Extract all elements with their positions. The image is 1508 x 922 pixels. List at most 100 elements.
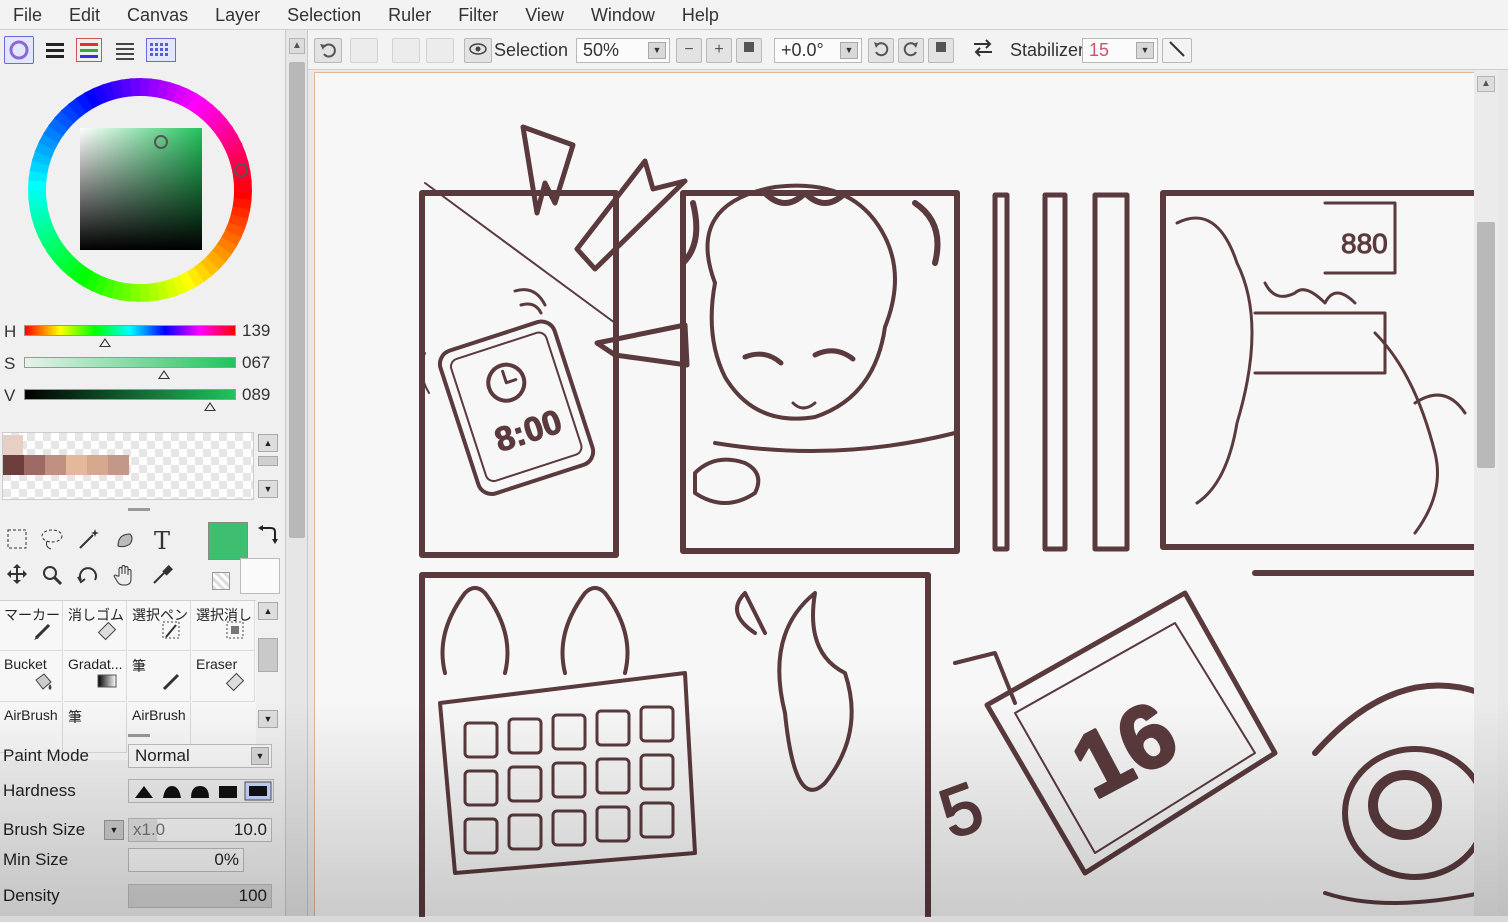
eye-icon[interactable] — [464, 38, 492, 63]
swap-colors-icon[interactable] — [256, 524, 280, 548]
palette-tab-icon[interactable] — [146, 38, 176, 62]
splitter-handle-2[interactable] — [128, 734, 150, 737]
swatch[interactable] — [3, 455, 24, 475]
select-rect-icon[interactable] — [2, 526, 32, 556]
transparent-color-icon[interactable] — [212, 572, 230, 590]
brush-cell[interactable]: Bucket — [0, 652, 63, 702]
brush-scroll-up-icon[interactable]: ▲ — [258, 602, 278, 620]
calendar-drawing: 16 5 — [929, 590, 1278, 876]
color-wheel[interactable] — [24, 72, 260, 308]
stabilizer-select[interactable]: 15 ▼ — [1082, 38, 1158, 63]
rgb-sliders-tab-icon[interactable] — [42, 38, 68, 62]
selection-toggle-label[interactable]: Selection — [494, 38, 568, 62]
canvas-scroll-thumb[interactable] — [1477, 222, 1495, 468]
magic-wand-icon[interactable] — [73, 526, 103, 556]
menu-bar: File Edit Canvas Layer Selection Ruler F… — [0, 0, 1508, 30]
brush-size-value: 10.0 — [233, 820, 267, 839]
brush-size-slider[interactable]: x1.0 10.0 — [128, 818, 272, 842]
redo-icon[interactable] — [350, 38, 378, 63]
brush-cell[interactable]: 選択ペン — [128, 601, 191, 651]
rotation-select[interactable]: +0.0° ▼ — [774, 38, 862, 63]
straight-line-icon[interactable] — [1162, 38, 1192, 63]
menu-layer[interactable]: Layer — [202, 0, 274, 30]
swatch[interactable] — [87, 455, 108, 475]
zoom-icon[interactable] — [37, 562, 67, 592]
primary-color-chip[interactable] — [208, 522, 248, 560]
hand-icon[interactable] — [110, 562, 140, 592]
canvas-area[interactable]: 8:00 880 16 5 — [308, 70, 1508, 922]
eyedropper-icon[interactable] — [147, 562, 177, 592]
brush-scroll-down-icon[interactable]: ▼ — [258, 710, 278, 728]
gray-sliders-tab-icon[interactable] — [112, 38, 138, 62]
swatch[interactable] — [45, 455, 66, 475]
hardness-selector[interactable] — [128, 779, 274, 803]
zoom-out-icon[interactable]: − — [676, 38, 702, 63]
swatch-scroll[interactable]: ▲ ▼ — [258, 434, 278, 498]
zoom-reset-icon[interactable] — [736, 38, 762, 63]
paint-mode-select[interactable]: Normal ▼ — [128, 744, 272, 768]
rotate-right-icon[interactable] — [898, 38, 924, 63]
value-slider-marker[interactable] — [204, 402, 216, 411]
brush-cell[interactable]: 消しゴム — [64, 601, 127, 651]
value-slider[interactable]: V 089 — [0, 382, 285, 412]
brush-size-dropdown-icon[interactable]: ▼ — [104, 820, 124, 840]
pen-icon — [32, 619, 54, 646]
density-slider[interactable]: 100 — [128, 884, 272, 908]
scroll-up-icon[interactable]: ▲ — [289, 38, 305, 54]
stabilizer-value: 15 — [1089, 40, 1110, 60]
hue-slider[interactable]: H 139 — [0, 318, 285, 348]
flip-horizontal-icon[interactable] — [970, 36, 996, 66]
saturation-slider[interactable]: S 067 — [0, 350, 285, 380]
brush-cell[interactable]: マーカー — [0, 601, 63, 651]
brush-scroll[interactable]: ▲ ▼ — [258, 602, 278, 728]
menu-view[interactable]: View — [512, 0, 578, 30]
rotation-reset-icon[interactable] — [928, 38, 954, 63]
brush-cell[interactable]: Gradat... — [64, 652, 127, 702]
scroll-down-icon[interactable]: ▼ — [258, 480, 278, 498]
brush-cell[interactable]: 選択消し — [192, 601, 255, 651]
menu-file[interactable]: File — [0, 0, 56, 30]
min-size-slider[interactable]: 0% — [128, 848, 244, 872]
secondary-color-chip[interactable] — [240, 558, 280, 594]
text-icon[interactable]: T — [147, 526, 177, 556]
hue-slider-marker[interactable] — [99, 338, 111, 347]
zoom-in-icon[interactable]: + — [706, 38, 732, 63]
menu-canvas[interactable]: Canvas — [114, 0, 202, 30]
rotation-value: +0.0° — [781, 40, 824, 60]
saturation-label: S — [4, 354, 16, 373]
hardness-label: Hardness — [3, 781, 76, 800]
select-pen-icon[interactable] — [110, 526, 140, 556]
swatch[interactable] — [24, 455, 45, 475]
scroll-up-icon[interactable]: ▲ — [1477, 76, 1495, 92]
color-wheel-tab-icon[interactable] — [4, 36, 34, 64]
swatch-palette[interactable] — [2, 432, 254, 500]
rotate-left-icon[interactable] — [868, 38, 894, 63]
swatch[interactable] — [108, 455, 129, 475]
move-icon[interactable] — [2, 562, 32, 592]
swatch[interactable] — [66, 455, 87, 475]
zoom-select[interactable]: 50% ▼ — [576, 38, 670, 63]
splitter-handle[interactable] — [128, 508, 150, 511]
undo-icon[interactable] — [314, 38, 342, 63]
canvas-scrollbar[interactable]: ▲ — [1474, 70, 1498, 916]
rotate-icon[interactable] — [73, 562, 103, 592]
menu-selection[interactable]: Selection — [274, 0, 375, 30]
svg-text:880: 880 — [1341, 228, 1388, 259]
hsv-sliders-tab-icon[interactable] — [76, 38, 102, 62]
saturation-slider-marker[interactable] — [158, 370, 170, 379]
brush-cell[interactable]: 筆 — [128, 652, 191, 702]
deselect-icon[interactable] — [392, 38, 420, 63]
menu-edit[interactable]: Edit — [56, 0, 114, 30]
scroll-thumb[interactable] — [289, 62, 305, 538]
menu-filter[interactable]: Filter — [445, 0, 512, 30]
invert-selection-icon[interactable] — [426, 38, 454, 63]
canvas-paper[interactable]: 8:00 880 16 5 — [314, 72, 1488, 922]
menu-ruler[interactable]: Ruler — [375, 0, 445, 30]
menu-window[interactable]: Window — [578, 0, 669, 30]
value-value: 089 — [242, 385, 271, 404]
left-panel-scrollbar[interactable]: ▲ — [286, 30, 308, 916]
scroll-up-icon[interactable]: ▲ — [258, 434, 278, 452]
menu-help[interactable]: Help — [669, 0, 733, 30]
lasso-icon[interactable] — [37, 526, 67, 556]
brush-cell[interactable]: Eraser — [192, 652, 255, 702]
